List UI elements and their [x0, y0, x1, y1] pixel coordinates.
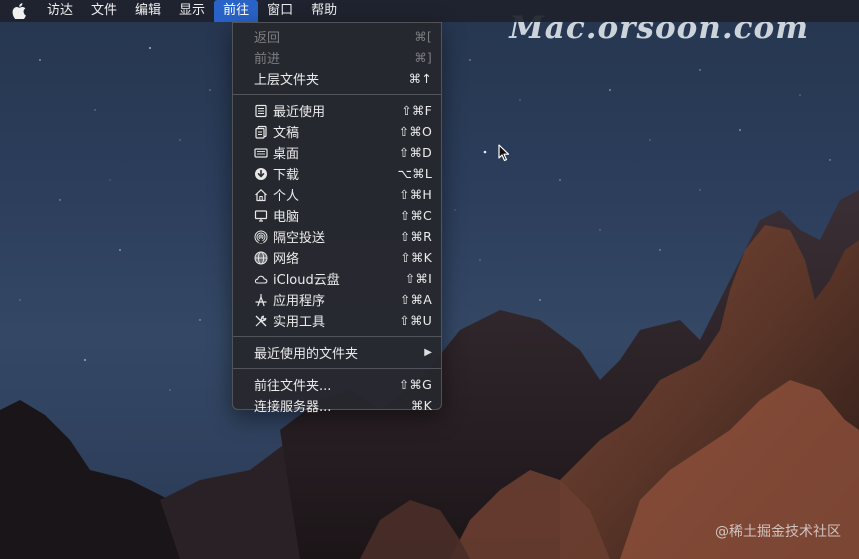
- menu-item-label: iCloud云盘: [273, 273, 340, 288]
- menu-item-shortcut: ⌘↑: [408, 71, 432, 86]
- menu-item-shortcut: ⇧⌘C: [399, 208, 432, 223]
- menu-separator: [233, 336, 441, 337]
- menu-finder[interactable]: 访达: [38, 0, 82, 22]
- menu-item-shortcut: ⇧⌘D: [398, 145, 432, 160]
- menu-item-label: 文稿: [273, 126, 300, 141]
- menu-item-label: 前进: [254, 52, 281, 67]
- mouse-cursor-icon: [498, 144, 510, 162]
- menu-separator: [233, 368, 441, 369]
- menu-item-shortcut: ⌘[: [414, 29, 432, 44]
- menu-item-shortcut: ⌘K: [410, 398, 432, 413]
- menu-item-shortcut: ⇧⌘I: [404, 271, 432, 286]
- menu-item-label: 隔空投送: [273, 231, 326, 246]
- menu-item-label: 桌面: [273, 147, 300, 162]
- menu-item-shortcut: ⌥⌘L: [397, 166, 432, 181]
- apple-menu[interactable]: [0, 0, 38, 22]
- menu-item-documents[interactable]: 文稿 ⇧⌘O: [233, 121, 441, 142]
- menu-bar: 访达 文件 编辑 显示 前往 窗口 帮助: [0, 0, 859, 22]
- menu-item-recents[interactable]: 最近使用 ⇧⌘F: [233, 100, 441, 121]
- home-icon: [253, 187, 269, 203]
- menu-item-shortcut: ⇧⌘R: [399, 229, 432, 244]
- menu-item-applications[interactable]: 应用程序 ⇧⌘A: [233, 289, 441, 310]
- utilities-icon: [253, 313, 269, 329]
- menu-item-computer[interactable]: 电脑 ⇧⌘C: [233, 205, 441, 226]
- menu-item-connect-to-server[interactable]: 连接服务器... ⌘K: [233, 395, 441, 416]
- menu-item-label: 最近使用: [273, 105, 326, 120]
- menu-item-home[interactable]: 个人 ⇧⌘H: [233, 184, 441, 205]
- menu-edit[interactable]: 编辑: [126, 0, 170, 22]
- menu-item-label: 个人: [273, 189, 300, 204]
- menu-item-label: 实用工具: [273, 315, 326, 330]
- menu-item-label: 应用程序: [273, 294, 326, 309]
- applications-icon: [253, 292, 269, 308]
- menu-item-label: 连接服务器...: [254, 400, 332, 415]
- go-menu-dropdown: 返回 ⌘[ 前进 ⌘] 上层文件夹 ⌘↑ 最近使用 ⇧⌘F 文稿 ⇧⌘O 桌面 …: [232, 22, 442, 415]
- desktop-icon: [253, 145, 269, 161]
- computer-icon: [253, 208, 269, 224]
- menu-item-label: 返回: [254, 31, 281, 46]
- menu-item-back[interactable]: 返回 ⌘[: [233, 26, 441, 47]
- documents-icon: [253, 124, 269, 140]
- chevron-right-icon: ▶: [424, 347, 432, 358]
- menu-file[interactable]: 文件: [82, 0, 126, 22]
- menu-item-airdrop[interactable]: 隔空投送 ⇧⌘R: [233, 226, 441, 247]
- menu-item-shortcut: ⇧⌘H: [399, 187, 432, 202]
- menu-item-shortcut: ⇧⌘G: [398, 377, 432, 392]
- menu-view[interactable]: 显示: [170, 0, 214, 22]
- menu-item-forward[interactable]: 前进 ⌘]: [233, 47, 441, 68]
- menu-item-network[interactable]: 网络 ⇧⌘K: [233, 247, 441, 268]
- menu-item-shortcut: ⇧⌘U: [399, 313, 432, 328]
- menu-go[interactable]: 前往: [214, 0, 259, 22]
- menu-item-shortcut: ⇧⌘A: [399, 292, 432, 307]
- menu-item-shortcut: ⇧⌘O: [398, 124, 432, 139]
- menu-item-recent-folders[interactable]: 最近使用的文件夹 ▶: [233, 342, 441, 363]
- menu-window[interactable]: 窗口: [258, 0, 302, 22]
- menu-item-label: 前往文件夹...: [254, 379, 332, 394]
- menu-item-utilities[interactable]: 实用工具 ⇧⌘U: [233, 310, 441, 331]
- network-icon: [253, 250, 269, 266]
- menu-item-desktop[interactable]: 桌面 ⇧⌘D: [233, 142, 441, 163]
- apple-icon: [12, 3, 26, 19]
- menu-item-icloud-drive[interactable]: iCloud云盘 ⇧⌘I: [233, 268, 441, 289]
- menu-item-shortcut: ⇧⌘K: [400, 250, 432, 265]
- menu-item-enclosing-folder[interactable]: 上层文件夹 ⌘↑: [233, 68, 441, 89]
- airdrop-icon: [253, 229, 269, 245]
- menu-item-label: 电脑: [273, 210, 300, 225]
- menu-item-label: 网络: [273, 252, 300, 267]
- menu-help[interactable]: 帮助: [302, 0, 346, 22]
- menu-item-shortcut: ⌘]: [414, 50, 432, 65]
- recents-icon: [253, 103, 269, 119]
- menu-item-shortcut: ⇧⌘F: [401, 103, 432, 118]
- icloud-icon: [253, 271, 269, 287]
- watermark-footer: @稀土掘金技术社区: [715, 524, 841, 540]
- menu-item-downloads[interactable]: 下载 ⌥⌘L: [233, 163, 441, 184]
- menu-item-go-to-folder[interactable]: 前往文件夹... ⇧⌘G: [233, 374, 441, 395]
- menu-separator: [233, 94, 441, 95]
- menu-item-label: 下载: [273, 168, 300, 183]
- menu-item-label: 上层文件夹: [254, 73, 320, 88]
- downloads-icon: [253, 166, 269, 182]
- menu-item-label: 最近使用的文件夹: [254, 347, 359, 362]
